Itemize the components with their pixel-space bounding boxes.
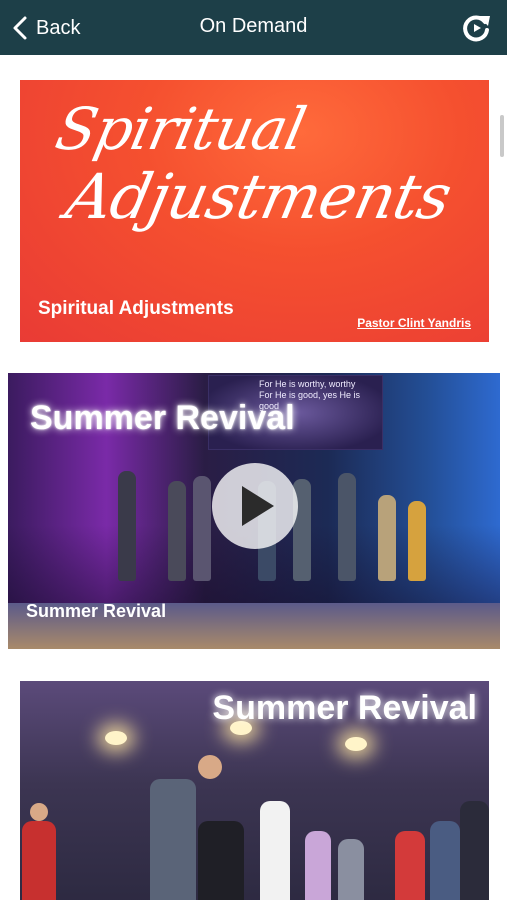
wall-lamp — [345, 737, 367, 751]
refresh-button[interactable] — [459, 10, 493, 44]
scrollbar[interactable] — [500, 115, 504, 157]
card-title: Summer Revival — [26, 601, 167, 621]
play-button[interactable] — [212, 463, 298, 549]
crowd-person — [260, 801, 290, 900]
card-overlay-title: Summer Revival — [30, 399, 295, 437]
crowd-person-head — [30, 803, 48, 821]
navigation-bar: Back On Demand — [0, 0, 507, 55]
on-demand-list[interactable]: Spiritual Adjustments Spiritual Adjustme… — [0, 55, 507, 900]
card-subtitle: Spiritual Adjustments — [38, 298, 234, 319]
crowd-person — [460, 801, 489, 900]
sermon-card-summer-revival-photo[interactable]: Summer Revival — [20, 681, 489, 900]
crowd-person — [430, 821, 460, 900]
card-artwork-title: Spiritual Adjustments — [36, 95, 485, 233]
performer — [378, 495, 396, 581]
sermon-card-spiritual-adjustments[interactable]: Spiritual Adjustments Spiritual Adjustme… — [20, 80, 489, 342]
page-title: On Demand — [199, 15, 308, 37]
wall-lamp — [105, 731, 127, 745]
performer — [193, 476, 211, 581]
card-overlay-title: Summer Revival — [212, 689, 477, 727]
lyrics-line-1: For He is worthy, worthy — [259, 379, 356, 389]
performer — [338, 473, 356, 581]
crowd-person — [150, 779, 196, 900]
play-icon — [242, 486, 274, 526]
card-speaker: Pastor Clint Yandris — [357, 316, 471, 330]
script-title-line-2: Adjustments — [60, 160, 458, 233]
performer — [408, 501, 426, 581]
crowd-person — [338, 839, 364, 900]
crowd-person — [22, 821, 56, 900]
crowd-person — [305, 831, 331, 900]
sermon-card-summer-revival-video[interactable]: For He is worthy, worthy For He is good,… — [8, 373, 500, 649]
performer — [118, 471, 136, 581]
performer — [168, 481, 186, 581]
refresh-icon — [463, 15, 490, 42]
crowd-person-head — [198, 755, 222, 779]
crowd-person — [395, 831, 425, 900]
crowd-person — [198, 821, 244, 900]
script-title-line-1: Spiritual — [50, 95, 311, 163]
